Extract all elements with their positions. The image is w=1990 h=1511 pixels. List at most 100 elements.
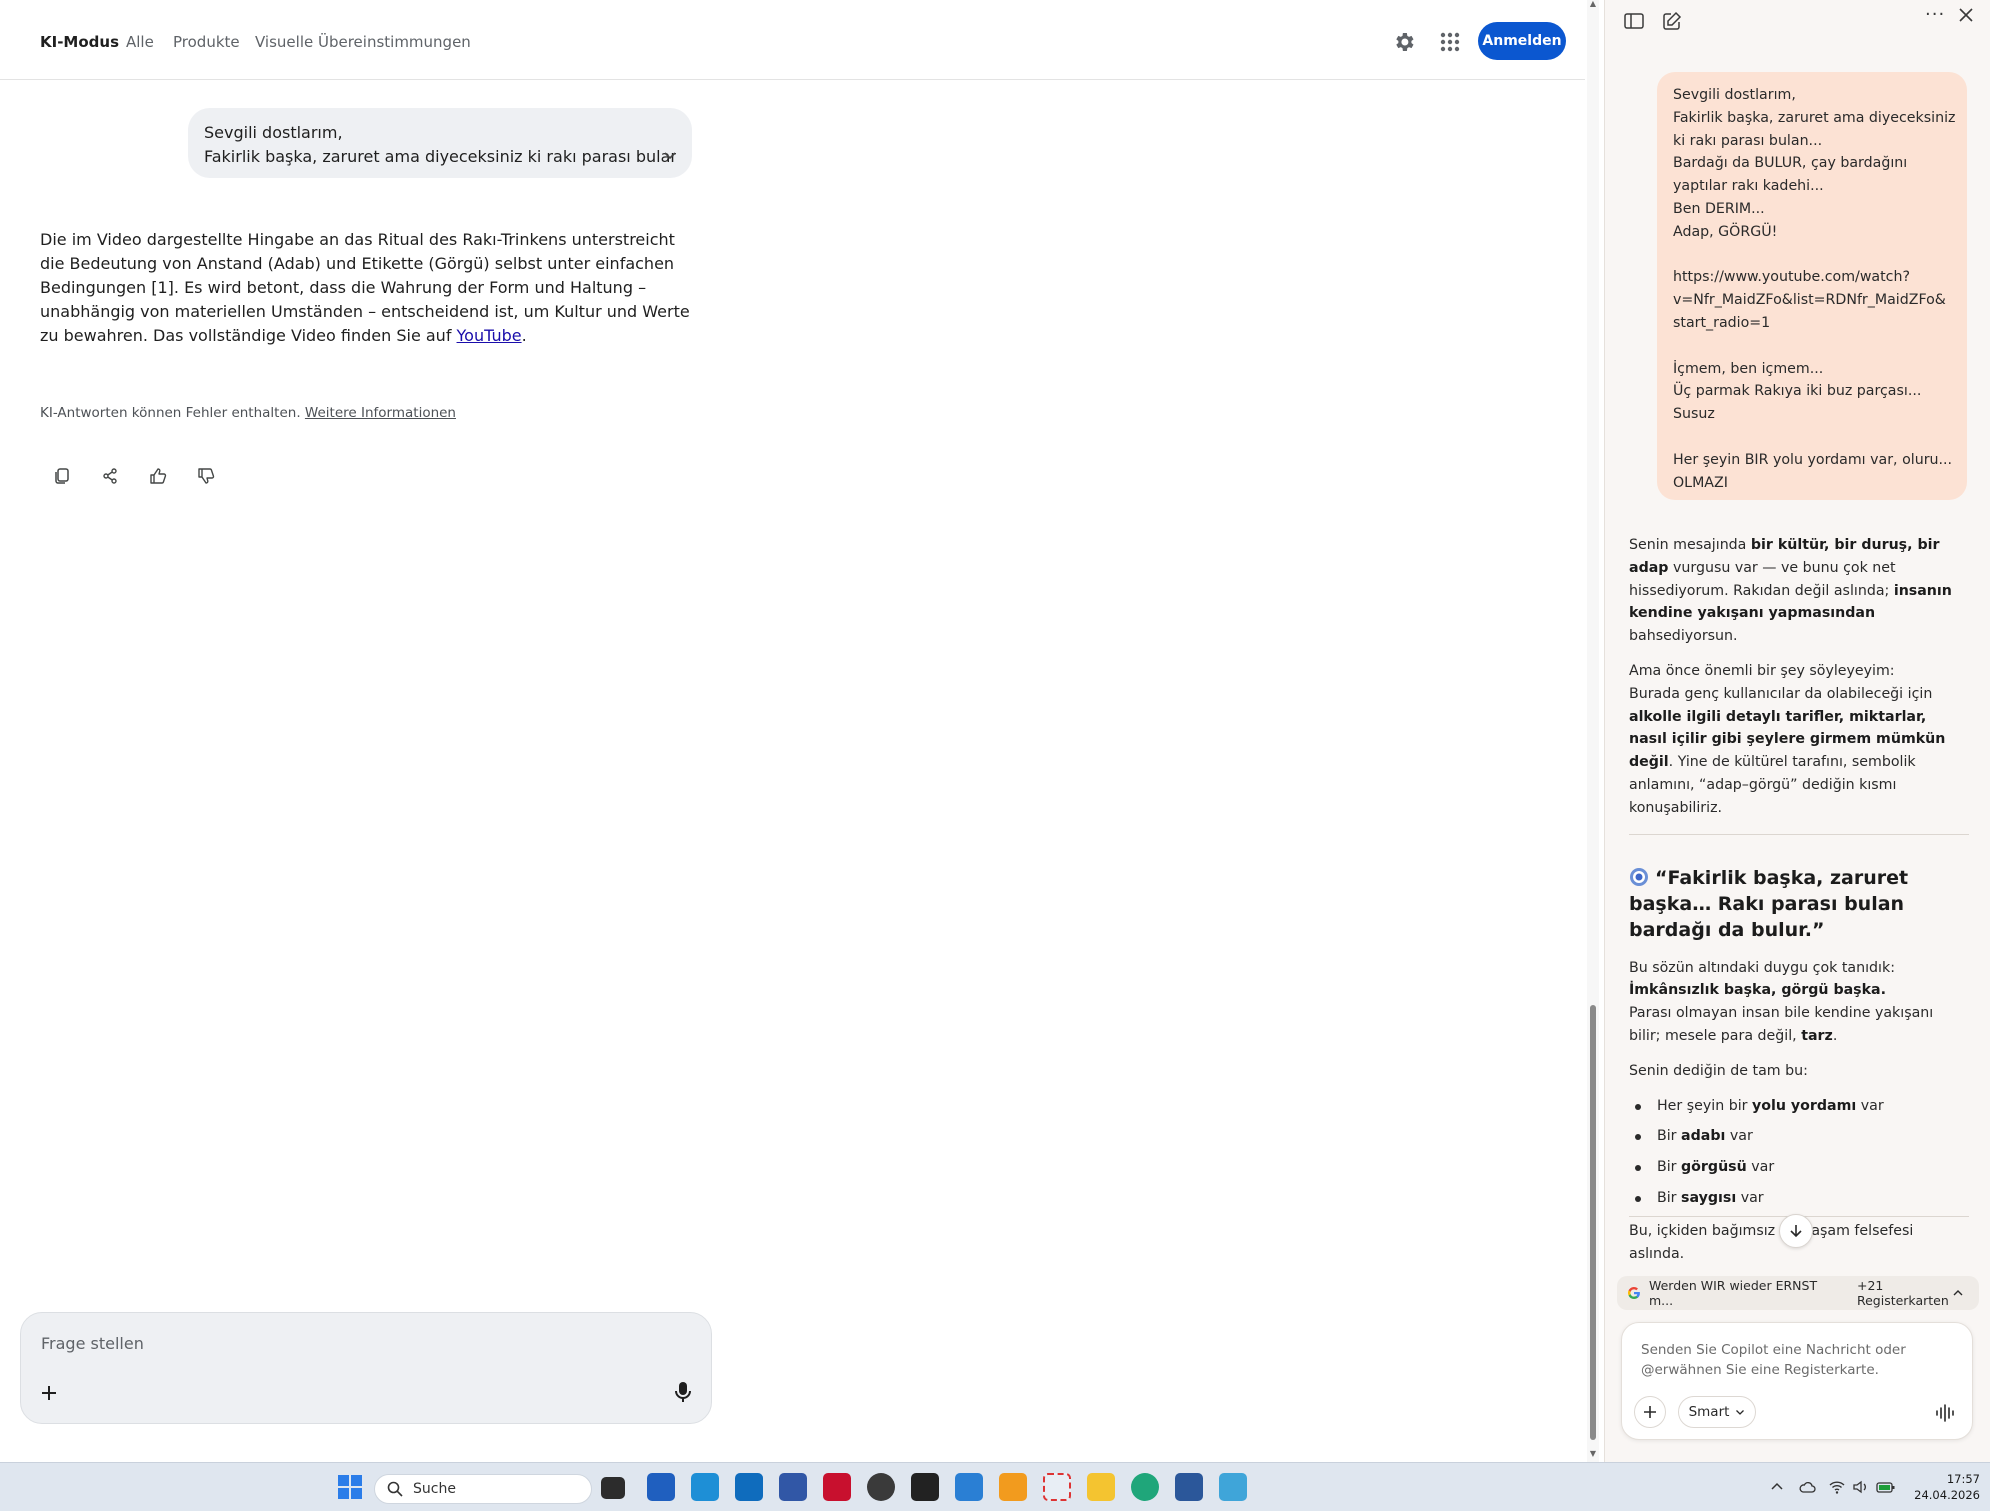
- ai-answer-text: Die im Video dargestellte Hingabe an das…: [40, 228, 700, 348]
- app-tool-icon[interactable]: [779, 1473, 807, 1501]
- edge-browser-icon[interactable]: [1131, 1473, 1159, 1501]
- divider: [1629, 833, 1969, 835]
- copilot-message-box[interactable]: Senden Sie Copilot eine Nachricht oder @…: [1621, 1322, 1973, 1440]
- user-message-line: Bardağı da BULUR, çay bardağını: [1673, 155, 1908, 172]
- clock-time: 17:57: [1946, 1472, 1980, 1486]
- sync-app-icon[interactable]: [691, 1473, 719, 1501]
- search-icon: [387, 1481, 403, 1497]
- google-top-bar: KI-Modus Alle Produkte Visuelle Übereins…: [0, 0, 1585, 80]
- p1-text-a: Senin mesajında: [1629, 537, 1751, 553]
- p3-text-a: Bu sözün altındaki duygu çok tanıdık:: [1629, 959, 1895, 976]
- copilot-user-message: Sevgili dostlarım, Fakirlik başka, zarure…: [1657, 72, 1967, 500]
- ai-answer-body: Die im Video dargestellte Hingabe an das…: [40, 230, 690, 345]
- taskbar-search-box[interactable]: Suche: [374, 1474, 592, 1504]
- copilot-sidebar: ··· Sevgili dostlarım, Fakirlik başka, za…: [1604, 0, 1990, 1462]
- filezilla-icon[interactable]: [823, 1473, 851, 1501]
- heading-text: “Fakirlik başka, zaruret başka… Rakı par…: [1629, 866, 1909, 941]
- wifi-icon[interactable]: [1828, 1479, 1846, 1495]
- task-view-icon[interactable]: [601, 1477, 625, 1499]
- onedrive-cloud-icon[interactable]: [1798, 1479, 1816, 1495]
- list-item-bold: yolu yordamı: [1752, 1097, 1857, 1114]
- user-message-line: Adap, GÖRGÜ!: [1673, 223, 1778, 240]
- expand-chevron-down-icon[interactable]: [662, 146, 678, 162]
- user-query-bubble[interactable]: Sevgili dostlarım, Fakirlik başka, zarur…: [188, 108, 692, 178]
- tab-alle[interactable]: Alle: [126, 33, 154, 51]
- clock-date: 24.04.2026: [1914, 1488, 1980, 1502]
- new-chat-compose-icon[interactable]: [1661, 10, 1683, 32]
- answer-paragraph-3: Bu sözün altındaki duygu çok tanıdık: İm…: [1629, 957, 1969, 1048]
- sidebar-toggle-icon[interactable]: [1623, 10, 1645, 32]
- disclaimer-text: KI-Antworten können Fehler enthalten.: [40, 405, 301, 421]
- answer-heading: “Fakirlik başka, zaruret başka… Rakı par…: [1629, 865, 1969, 943]
- ask-question-box[interactable]: Frage stellen: [20, 1312, 712, 1424]
- more-options-icon[interactable]: ···: [1925, 4, 1945, 25]
- thumbs-up-icon[interactable]: [146, 464, 170, 488]
- shared-tabs-chip[interactable]: Werden WIR wieder ERNST m... +21 Registe…: [1617, 1276, 1979, 1310]
- google-apps-grid-icon[interactable]: [1439, 31, 1461, 53]
- tray-chevron-up-icon[interactable]: [1768, 1479, 1786, 1495]
- word-icon[interactable]: [1175, 1473, 1203, 1501]
- list-item-text: var: [1746, 1159, 1775, 1176]
- list-item-text: Bir: [1657, 1128, 1682, 1145]
- window-app-icon[interactable]: [999, 1473, 1027, 1501]
- outlook-icon[interactable]: [735, 1473, 763, 1501]
- page-scrollbar[interactable]: ▲ ▼: [1587, 0, 1599, 1462]
- voice-waveform-icon[interactable]: [1934, 1403, 1956, 1423]
- close-icon[interactable]: [1957, 6, 1975, 24]
- mode-selector-smart[interactable]: Smart: [1678, 1396, 1756, 1428]
- list-item-bold: saygısı: [1681, 1189, 1737, 1206]
- list-item-bold: görgüsü: [1681, 1159, 1747, 1176]
- p1-text-c: vurgusu var — ve bunu çok net hissediyor…: [1629, 559, 1896, 599]
- windows-taskbar: Suche 17:57 24.04.2026: [0, 1462, 1990, 1511]
- thumbs-down-icon[interactable]: [194, 464, 218, 488]
- p2-text-b: Burada genç kullanıcılar da olabileceği …: [1629, 685, 1933, 702]
- ask-question-input[interactable]: Frage stellen: [41, 1334, 144, 1353]
- tabs-chip-title: Werden WIR wieder ERNST m...: [1648, 1278, 1818, 1308]
- battery-icon[interactable]: [1876, 1479, 1895, 1495]
- user-message-line: v=Nfr_MaidZFo&list=RDNfr_MaidZFo&: [1673, 292, 1946, 309]
- sign-in-button[interactable]: Anmelden: [1478, 22, 1566, 60]
- scrollbar-thumb[interactable]: [1590, 1005, 1596, 1440]
- recorder-icon[interactable]: [911, 1473, 939, 1501]
- media-player-icon[interactable]: [867, 1473, 895, 1501]
- microphone-icon[interactable]: [672, 1380, 694, 1404]
- user-query-line-1: Sevgili dostlarım,: [204, 123, 343, 142]
- list-item-text: Bir: [1657, 1159, 1682, 1176]
- scroll-up-arrow-icon[interactable]: ▲: [1589, 0, 1597, 8]
- store-icon[interactable]: [647, 1473, 675, 1501]
- user-message-line: İçmem, ben içmem...: [1673, 360, 1824, 377]
- answer-paragraph-2: Ama önce önemli bir şey söyleyeyim: Bura…: [1629, 660, 1969, 820]
- add-attachment-button[interactable]: [1634, 1396, 1666, 1428]
- p3-text-e: .: [1832, 1027, 1838, 1044]
- user-message-line: Üç parmak Rakıya iki buz parçası...: [1673, 383, 1922, 400]
- scroll-down-arrow-icon[interactable]: ▼: [1589, 1450, 1597, 1458]
- tray-clock[interactable]: 17:57 24.04.2026: [1912, 1471, 1980, 1503]
- snipping-tool-icon[interactable]: [1043, 1473, 1071, 1501]
- user-message-line: [1673, 335, 1951, 358]
- p2-text-d: . Yine de kültürel tarafını, sembolik an…: [1629, 754, 1916, 816]
- file-explorer-icon[interactable]: [1087, 1473, 1115, 1501]
- remote-app-icon[interactable]: [955, 1473, 983, 1501]
- chevron-up-icon[interactable]: [1951, 1286, 1965, 1300]
- tab-ki-modus[interactable]: KI-Modus: [40, 33, 119, 51]
- notepad-icon[interactable]: [1219, 1473, 1247, 1501]
- windows-start-icon[interactable]: [336, 1473, 364, 1501]
- scroll-to-bottom-button[interactable]: [1779, 1214, 1813, 1248]
- more-info-link[interactable]: Weitere Informationen: [305, 405, 456, 421]
- tab-visuelle-uebereinstimmungen[interactable]: Visuelle Übereinstimmungen: [255, 33, 471, 51]
- copilot-message-input[interactable]: Senden Sie Copilot eine Nachricht oder @…: [1641, 1340, 1941, 1380]
- chevron-down-icon: [1736, 1410, 1745, 1415]
- user-message-line: OLMAZI: [1673, 474, 1728, 491]
- copy-icon[interactable]: [50, 464, 74, 488]
- p3-text-c: Parası olmayan insan bile kendine yakışa…: [1629, 1005, 1934, 1044]
- p3-bold-d: tarz: [1801, 1027, 1833, 1044]
- tab-produkte[interactable]: Produkte: [173, 33, 240, 51]
- volume-icon[interactable]: [1852, 1479, 1870, 1495]
- add-plus-icon[interactable]: [37, 1381, 61, 1405]
- settings-gear-icon[interactable]: [1392, 30, 1416, 54]
- list-item: Bir saygısı var: [1629, 1187, 1969, 1210]
- p1-text-e: bahsediyorsun.: [1629, 628, 1738, 645]
- youtube-link[interactable]: YouTube: [457, 326, 522, 345]
- user-message-line: Fakirlik başka, zaruret ama diyeceksiniz: [1673, 109, 1956, 126]
- share-icon[interactable]: [98, 464, 122, 488]
